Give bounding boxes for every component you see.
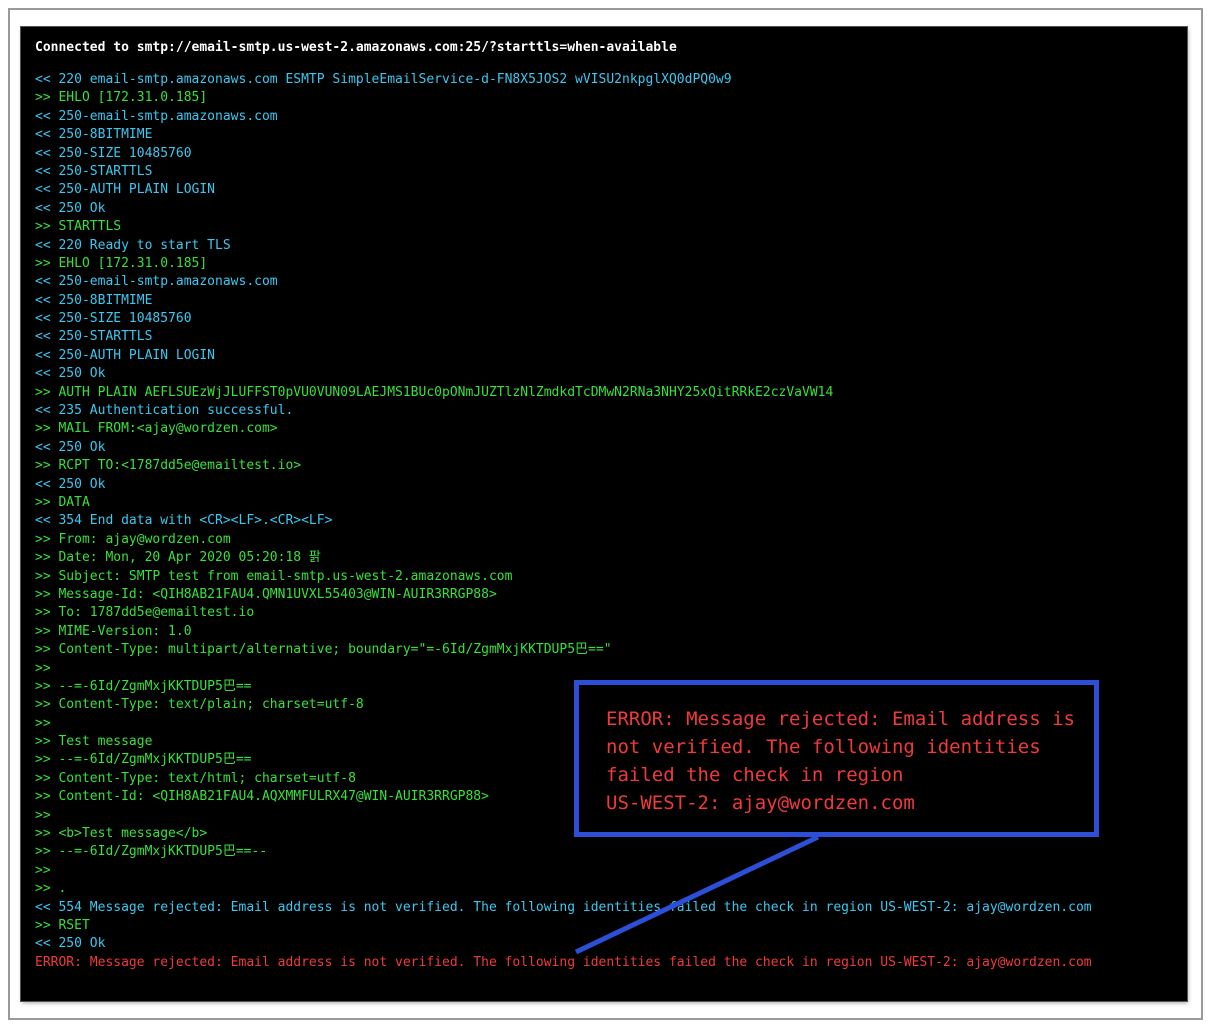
server-response-line: << 250-SIZE 10485760 — [35, 145, 192, 161]
client-command-line: >> RSET — [35, 917, 90, 933]
client-command-line: >> EHLO [172.31.0.185] — [35, 255, 208, 271]
client-command-line: >> AUTH PLAIN AEFLSUEzWjJLUFFST0pVU0VUN0… — [35, 384, 834, 400]
client-command-line: >> --=-6Id/ZgmMxjKKTDUP5巴==-- — [35, 844, 268, 860]
client-command-line: >> MAIL FROM:<ajay@wordzen.com> — [35, 421, 278, 437]
server-response-line: << 250 Ok — [35, 200, 106, 216]
client-command-line: >> Content-Type: multipart/alternative; … — [35, 642, 612, 658]
server-response-line: << 250-STARTTLS — [35, 329, 153, 345]
client-command-line: >> — [35, 660, 51, 676]
client-command-line: >> Date: Mon, 20 Apr 2020 05:20:18 팕 — [35, 550, 321, 566]
server-response-line: << 250-SIZE 10485760 — [35, 311, 192, 327]
server-response-line: << 250-email-smtp.amazonaws.com — [35, 274, 278, 290]
connection-header: Connected to smtp://email-smtp.us-west-2… — [35, 40, 677, 55]
client-command-line: >> Subject: SMTP test from email-smtp.us… — [35, 568, 513, 584]
server-response-line: << 554 Message rejected: Email address i… — [35, 899, 1092, 915]
server-response-line: << 250-AUTH PLAIN LOGIN — [35, 182, 216, 198]
server-response-line: << 250-AUTH PLAIN LOGIN — [35, 347, 216, 363]
server-response-line: << 250-8BITMIME — [35, 127, 153, 143]
callout-line: not verified. The following identities — [606, 736, 1041, 758]
server-response-line: << 235 Authentication successful. — [35, 403, 294, 419]
callout-line: US-WEST-2: ajay@wordzen.com — [606, 792, 915, 814]
client-command-line: >> . — [35, 881, 67, 897]
client-command-line: >> MIME-Version: 1.0 — [35, 623, 192, 639]
server-response-line: << 250-email-smtp.amazonaws.com — [35, 108, 278, 124]
server-response-line: << 250-8BITMIME — [35, 292, 153, 308]
server-response-line: << 250-STARTTLS — [35, 163, 153, 179]
server-response-line: << 250 Ok — [35, 366, 106, 382]
callout-line: ERROR: Message rejected: Email address i… — [606, 708, 1075, 730]
server-response-line: << 354 End data with <CR><LF>.<CR><LF> — [35, 513, 333, 529]
error-callout: ERROR: Message rejected: Email address i… — [574, 680, 1099, 837]
client-command-line: >> DATA — [35, 494, 90, 510]
client-command-line: >> EHLO [172.31.0.185] — [35, 90, 208, 106]
server-response-line: << 250 Ok — [35, 476, 106, 492]
client-command-line: >> STARTTLS — [35, 219, 122, 235]
terminal-window[interactable]: Connected to smtp://email-smtp.us-west-2… — [21, 27, 1187, 1001]
client-command-line: >> — [35, 862, 51, 878]
client-command-line: >> RCPT TO:<1787dd5e@emailtest.io> — [35, 458, 302, 474]
client-command-line: >> To: 1787dd5e@emailtest.io — [35, 605, 255, 621]
error-line: ERROR: Message rejected: Email address i… — [35, 954, 1092, 970]
server-response-line: << 220 email-smtp.amazonaws.com ESMTP Si… — [35, 72, 732, 87]
client-command-line: >> Message-Id: <QIH8AB21FAU4.QMN1UVXL554… — [35, 586, 497, 602]
server-response-line: << 250 Ok — [35, 936, 106, 952]
callout-line: failed the check in region — [606, 764, 904, 786]
client-command-line: >> From: ajay@wordzen.com — [35, 531, 231, 547]
server-response-line: << 220 Ready to start TLS — [35, 237, 231, 253]
server-response-line: << 250 Ok — [35, 439, 106, 455]
